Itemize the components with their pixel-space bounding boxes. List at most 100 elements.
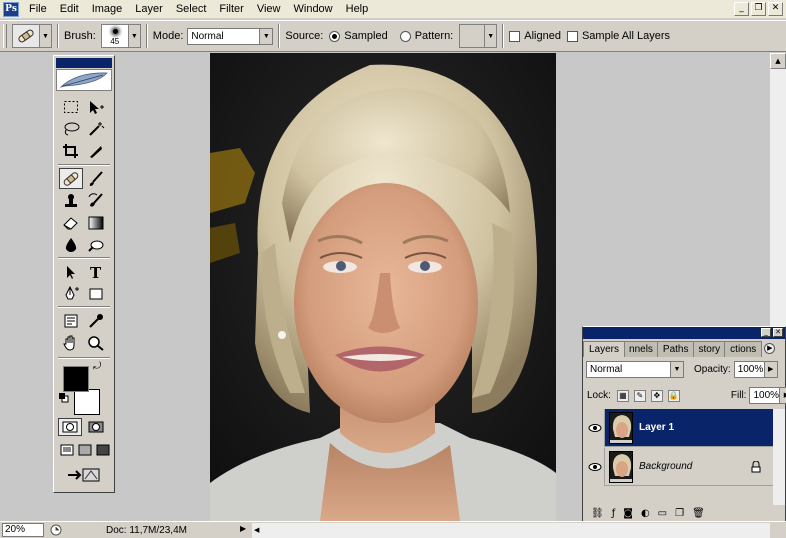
menu-help[interactable]: Help [340, 0, 376, 19]
jump-to-imageready-button[interactable] [62, 466, 106, 484]
eye-icon[interactable] [585, 447, 605, 486]
swap-colors-icon[interactable]: ⤾ [93, 361, 101, 372]
layer-name[interactable]: Layer 1 [639, 422, 674, 433]
toolbox-title-bar[interactable] [56, 58, 112, 68]
palette-menu-icon[interactable]: ▶ [764, 343, 776, 354]
crop-tool[interactable] [59, 140, 83, 161]
status-info-icon[interactable] [48, 523, 64, 537]
scroll-left-icon[interactable]: ◀ [254, 526, 259, 534]
add-mask-icon[interactable]: ◙ [623, 508, 633, 519]
foreground-color-swatch[interactable] [63, 366, 89, 392]
sample-all-layers-checkbox[interactable] [566, 30, 578, 42]
close-button[interactable]: ✕ [768, 2, 783, 16]
menu-filter[interactable]: Filter [213, 0, 250, 19]
path-select-tool[interactable] [59, 261, 83, 282]
eye-icon[interactable] [585, 408, 605, 447]
hand-tool[interactable] [59, 332, 83, 353]
lock-all-icon[interactable]: 🔒 [667, 389, 680, 402]
lasso-tool[interactable] [59, 118, 83, 139]
menu-file[interactable]: File [23, 0, 54, 19]
aligned-checkbox[interactable] [509, 30, 521, 42]
gradient-tool[interactable] [84, 212, 108, 233]
close-palette-icon[interactable]: ✕ [773, 328, 783, 337]
notes-tool[interactable] [59, 310, 83, 331]
brush-dropdown-icon[interactable]: ▼ [128, 24, 141, 48]
brush-tool[interactable] [84, 168, 108, 189]
opacity-field[interactable]: 100% ▶ [733, 361, 778, 378]
blur-tool[interactable] [59, 234, 83, 255]
status-menu-arrow-icon[interactable]: ▶ [240, 524, 246, 533]
quick-mask-button[interactable] [84, 418, 108, 436]
menu-window[interactable]: Window [288, 0, 340, 19]
pattern-picker[interactable] [459, 24, 486, 48]
zoom-tool[interactable] [84, 332, 108, 353]
menu-view[interactable]: View [251, 0, 288, 19]
lock-transparency-icon[interactable]: ▦ [616, 389, 629, 402]
tool-preset-picker[interactable] [12, 24, 40, 48]
menu-select[interactable]: Select [170, 0, 214, 19]
minimize-button[interactable]: _ [734, 2, 749, 16]
tab-layers[interactable]: Layers [583, 341, 626, 357]
minimize-palette-icon[interactable]: _ [761, 328, 771, 337]
link-layers-icon[interactable]: ⛓ [591, 508, 604, 519]
dodge-tool[interactable] [84, 234, 108, 255]
layer-name[interactable]: Background [639, 461, 692, 472]
layers-scrollbar[interactable] [773, 409, 785, 505]
tool-preset-dropdown-icon[interactable]: ▼ [40, 24, 52, 48]
delete-layer-icon[interactable]: 🗑 [692, 508, 705, 519]
mode-select[interactable]: Normal ▼ [187, 27, 274, 45]
feather-logo-icon[interactable] [56, 69, 112, 91]
menu-edit[interactable]: Edit [54, 0, 86, 19]
photoshop-app-icon[interactable]: Ps [3, 1, 19, 17]
shape-tool[interactable] [84, 283, 108, 304]
opacity-slider-icon[interactable]: ▶ [763, 362, 777, 377]
tab-channels[interactable]: nnels [623, 341, 659, 357]
pattern-dropdown-icon[interactable]: ▼ [485, 24, 498, 48]
slice-tool[interactable] [84, 140, 108, 161]
lock-position-icon[interactable]: ✥ [650, 389, 663, 402]
standard-screen-mode-icon[interactable] [60, 444, 74, 456]
menu-layer[interactable]: Layer [129, 0, 170, 19]
tab-history[interactable]: story [692, 341, 727, 357]
horizontal-scrollbar[interactable]: ◀ [252, 523, 770, 538]
brush-picker[interactable]: 45 [100, 24, 129, 48]
clone-stamp-tool[interactable] [59, 190, 83, 211]
restore-button[interactable]: ❐ [751, 2, 766, 16]
blend-mode-select[interactable]: Normal ▼ [586, 361, 684, 378]
standard-mode-button[interactable] [58, 418, 82, 436]
layer-style-icon[interactable]: ƒ [612, 508, 616, 519]
default-colors-icon[interactable] [59, 393, 69, 403]
scroll-up-icon[interactable]: ▲ [770, 53, 786, 69]
source-sampled-radio[interactable] [329, 30, 341, 42]
layer-row-background[interactable]: Background [585, 447, 775, 486]
history-brush-tool[interactable] [84, 190, 108, 211]
tab-actions[interactable]: ctions [724, 341, 763, 357]
magic-wand-tool[interactable] [84, 118, 108, 139]
lock-image-icon[interactable]: ✎ [633, 389, 646, 402]
pen-tool[interactable] [59, 283, 83, 304]
healing-brush-tool[interactable] [59, 168, 83, 189]
marquee-tool[interactable] [59, 96, 83, 117]
layer-row-layer-1[interactable]: Layer 1 [585, 408, 775, 447]
adjustment-layer-icon[interactable]: ◐ [641, 508, 650, 519]
options-bar-grip[interactable] [3, 24, 7, 48]
document-canvas[interactable] [210, 53, 556, 521]
zoom-field[interactable]: 20% [2, 523, 44, 537]
fill-field[interactable]: 100% ▶ [749, 387, 786, 404]
blend-mode-value: Normal [590, 364, 623, 375]
tool-separator [58, 357, 110, 359]
full-screen-mode-icon[interactable] [96, 444, 110, 456]
move-tool[interactable] [84, 96, 108, 117]
layers-palette-title-bar[interactable]: _ ✕ [583, 327, 785, 339]
eraser-tool[interactable] [59, 212, 83, 233]
tab-paths[interactable]: Paths [656, 341, 695, 357]
background-color-swatch[interactable] [74, 389, 100, 415]
type-tool[interactable]: T [84, 261, 108, 282]
new-layer-icon[interactable]: ❐ [675, 508, 684, 519]
source-pattern-radio[interactable] [399, 30, 411, 42]
fill-slider-icon[interactable]: ▶ [779, 388, 786, 403]
eyedropper-tool[interactable] [84, 310, 108, 331]
full-screen-menu-icon[interactable] [78, 444, 92, 456]
new-group-icon[interactable]: ▭ [658, 508, 667, 519]
menu-image[interactable]: Image [86, 0, 130, 19]
